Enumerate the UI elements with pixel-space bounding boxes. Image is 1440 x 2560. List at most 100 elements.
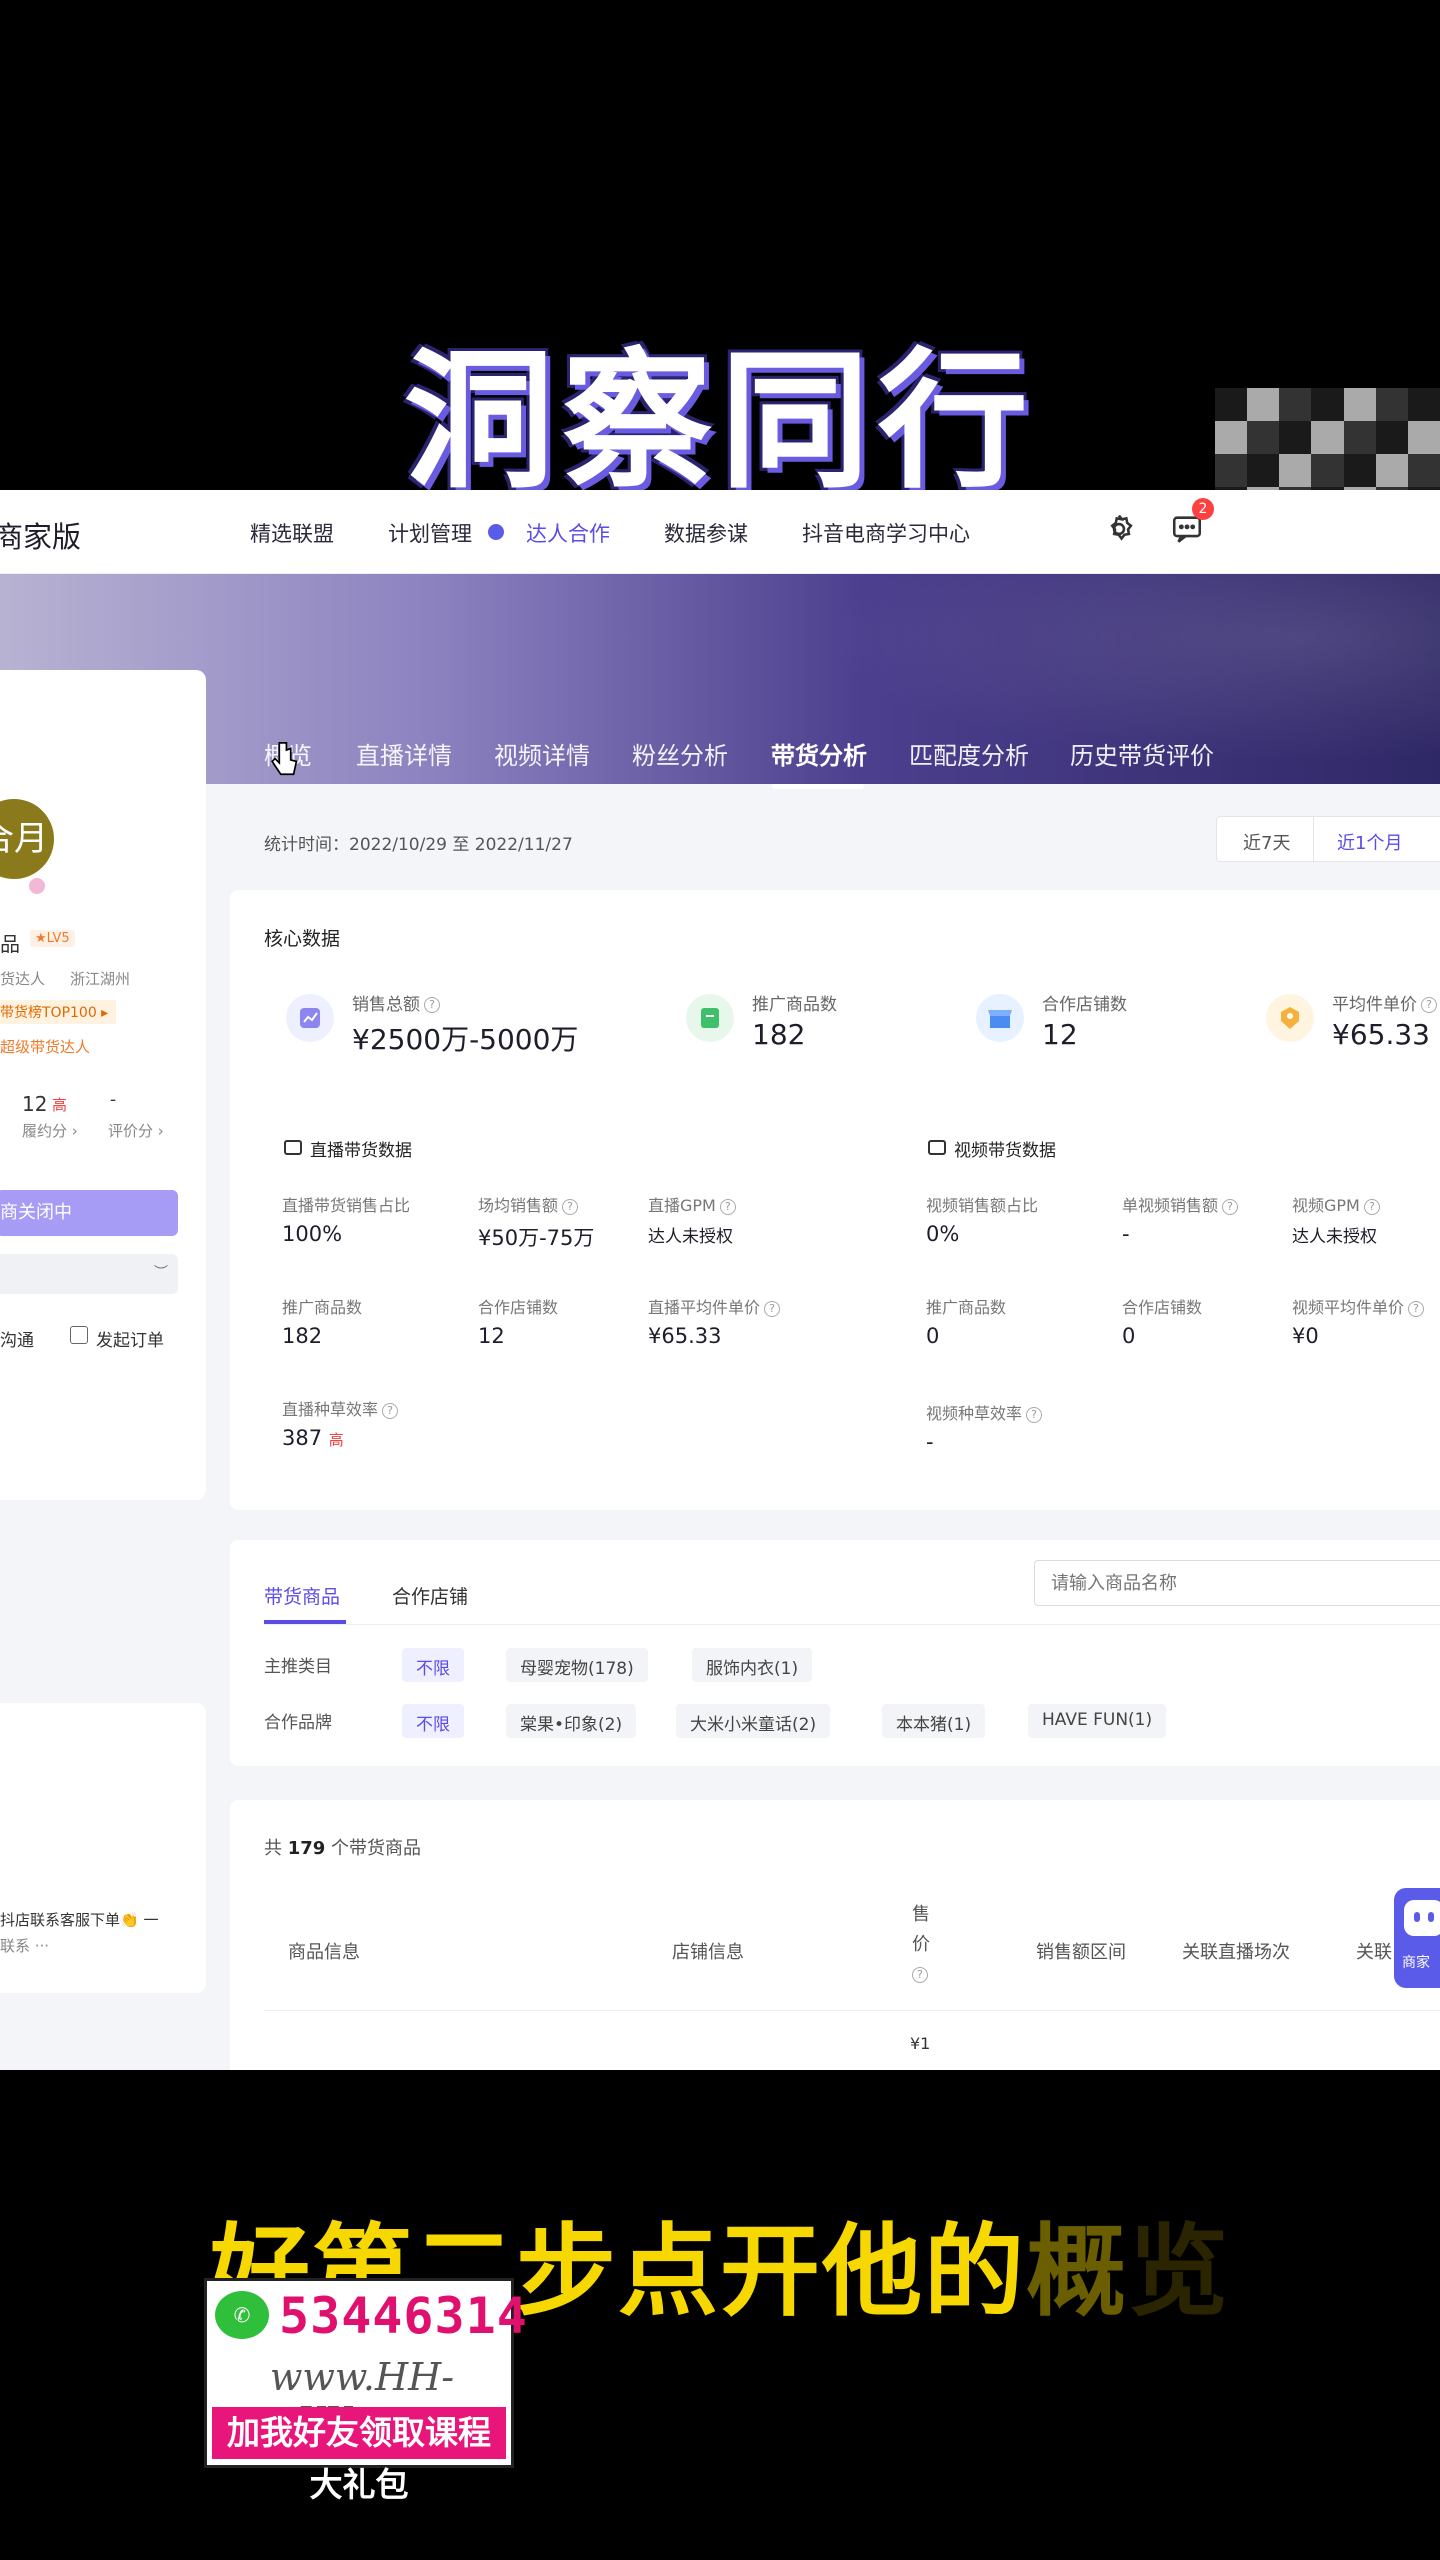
avatar[interactable]: 合月	[0, 795, 58, 883]
tab-sales-analysis[interactable]: 带货分析	[771, 736, 867, 771]
range-7-days[interactable]: 近7天	[1243, 829, 1290, 855]
creator-profile-card: 合月 品 ★LV5 货达人 浙江湖州 带货榜TOP100 ▸ 超级带货达人 12…	[0, 670, 206, 1500]
category-chip-apparel[interactable]: 服饰内衣(1)	[692, 1648, 813, 1682]
live-seeding-value: 387 高	[282, 1426, 344, 1450]
mouse-pointer-icon	[271, 742, 298, 776]
kpi-value: ¥65.33	[1332, 1018, 1430, 1051]
rank-badge[interactable]: 带货榜TOP100 ▸	[0, 1000, 117, 1024]
video-sales-share-label: 视频销售额占比	[926, 1196, 1039, 1215]
note-line-2[interactable]: 联系 ···	[0, 1935, 49, 1956]
column-shop-info: 店铺信息	[672, 1942, 744, 1963]
mosaic-tile	[1247, 388, 1280, 422]
video-icon	[928, 1140, 946, 1155]
avatar-verified-icon	[26, 875, 48, 897]
promo-watermark: ✆ 53446314 www.HH-XX.net 加我好友领取课程大礼包	[204, 2278, 527, 2504]
mosaic-tile	[1279, 421, 1312, 455]
mosaic-tile	[1343, 454, 1376, 488]
brand-chip-4[interactable]: HAVE FUN(1)	[1028, 1704, 1167, 1738]
product-search-input[interactable]	[1034, 1560, 1440, 1606]
mosaic-tile	[1375, 421, 1408, 455]
video-avg-price-value: ¥0	[1292, 1324, 1319, 1348]
video-seeding-value: -	[926, 1430, 934, 1454]
mosaic-tile	[1247, 454, 1280, 488]
range-1-month[interactable]: 近1个月	[1337, 829, 1402, 855]
collapsed-info-bar[interactable]: ︶	[0, 1254, 178, 1294]
tab-fans-analysis[interactable]: 粉丝分析	[632, 736, 728, 771]
note-line-1: 抖店联系客服下单👏 一	[0, 1911, 159, 1929]
live-avg-price-label: 直播平均件单价?	[648, 1294, 781, 1318]
tab-video-details[interactable]: 视频详情	[494, 736, 590, 771]
assistant-label: 商家	[1402, 1955, 1430, 1971]
tab-promoted-goods[interactable]: 带货商品	[264, 1582, 340, 1609]
eye-closed-icon[interactable]: ︶	[154, 1262, 168, 1282]
mosaic-tile	[1311, 454, 1344, 488]
range-selector: 近7天 近1个月	[1216, 816, 1440, 863]
mosaic-tile	[1215, 388, 1248, 422]
creator-note-card: 抖店联系客服下单👏 一 联系 ···	[0, 1703, 206, 1993]
core-data-title: 核心数据	[264, 928, 341, 950]
video-seeding-label: 视频种草效率?	[926, 1400, 1043, 1424]
tab-match-analysis[interactable]: 匹配度分析	[909, 736, 1029, 771]
mosaic-tile	[1407, 454, 1440, 488]
mosaic-tile	[1311, 421, 1344, 455]
tab-partner-shops[interactable]: 合作店铺	[392, 1582, 468, 1609]
kpi-value: ¥2500万-5000万	[352, 1023, 579, 1056]
mosaic-tile	[1215, 421, 1248, 455]
mosaic-tile	[1407, 421, 1440, 455]
creator-region: 浙江湖州	[70, 970, 131, 988]
profile-tabs: 概览 直播详情 视频详情 粉丝分析 带货分析 匹配度分析 历史带货评价	[0, 490, 1440, 789]
column-related-lives: 关联直播场次	[1182, 1942, 1290, 1963]
kpi-value: 182	[752, 1018, 806, 1051]
live-product-count-label: 推广商品数	[282, 1298, 363, 1317]
tab-live-details[interactable]: 直播详情	[356, 736, 452, 771]
kpi-label: 合作店铺数	[1042, 995, 1127, 1015]
creator-name: 品	[0, 932, 20, 956]
promo-tagline: 加我好友领取课程大礼包	[212, 2407, 506, 2504]
promo-number: 53446314	[279, 2287, 528, 2345]
column-sales-range: 销售额区间	[1036, 1942, 1126, 1963]
live-avg-sales-label: 场均销售额?	[478, 1192, 579, 1216]
live-shop-count-value: 12	[478, 1324, 505, 1348]
brand-chip-3[interactable]: 本本猪(1)	[882, 1704, 986, 1738]
live-shop-count-label: 合作店铺数	[478, 1298, 559, 1317]
live-sales-share-label: 直播带货销售占比	[282, 1196, 411, 1215]
brand-chip-2[interactable]: 大米小米童话(2)	[676, 1704, 831, 1738]
mosaic-tile	[1279, 454, 1312, 488]
mosaic-tile	[1375, 388, 1408, 422]
video-single-sales-label: 单视频销售额?	[1122, 1192, 1239, 1216]
mosaic-tile	[1343, 421, 1376, 455]
review-score-link[interactable]: 评价分 ›	[108, 1120, 164, 1141]
product-filter-card: 带货商品 合作店铺 主推类目 不限 母婴宠物(178) 服饰内衣(1) 合作品牌…	[230, 1540, 1440, 1766]
kpi-value: 12	[1042, 1018, 1078, 1051]
category-chip-all[interactable]: 不限	[402, 1648, 464, 1682]
kpi-label: 销售总额?	[352, 990, 440, 1015]
fulfillment-score-link[interactable]: 履约分 ›	[22, 1120, 78, 1141]
contact-button[interactable]: 沟通	[0, 1326, 34, 1351]
shop-icon	[976, 994, 1024, 1042]
product-table-card: 共 179 个带货商品 商品信息 店铺信息 售价? 销售额区间 关联直播场次 关…	[230, 1800, 1440, 2070]
create-order-button[interactable]: 发起订单	[96, 1326, 164, 1351]
review-score: -	[110, 1090, 117, 1110]
tab-history-reviews[interactable]: 历史带货评价	[1070, 736, 1214, 771]
assistant-widget[interactable]: 商家	[1394, 1888, 1440, 1988]
level-badge: ★LV5	[30, 930, 75, 947]
video-sales-share-value: 0%	[926, 1222, 960, 1246]
category-chip-baby-pets[interactable]: 母婴宠物(178)	[506, 1648, 648, 1682]
video-gpm-label: 视频GPM?	[1292, 1192, 1380, 1216]
creator-role: 货达人	[0, 970, 46, 988]
brand-chip-all[interactable]: 不限	[402, 1704, 464, 1738]
live-avg-price-value: ¥65.33	[648, 1324, 722, 1348]
sales-chart-icon	[286, 994, 334, 1042]
live-sales-share-value: 100%	[282, 1222, 343, 1246]
order-icon	[70, 1326, 88, 1344]
column-related: 关联	[1356, 1942, 1392, 1963]
live-avg-sales-value: ¥50万-75万	[478, 1226, 595, 1250]
video-shop-count-value: 0	[1122, 1324, 1136, 1348]
creator-tag: 超级带货达人	[0, 1038, 91, 1056]
column-price: 售价?	[912, 1904, 930, 1983]
video-avg-price-label: 视频平均件单价?	[1292, 1294, 1425, 1318]
live-product-count-value: 182	[282, 1324, 323, 1348]
brand-chip-1[interactable]: 棠果•印象(2)	[506, 1704, 637, 1738]
status-button[interactable]: 商关闭中	[0, 1190, 178, 1236]
screenshot-frame: 商家版 精选联盟 计划管理 达人合作 数据参谋 抖音电商学习中心 2 概览 直播…	[0, 490, 1440, 2070]
